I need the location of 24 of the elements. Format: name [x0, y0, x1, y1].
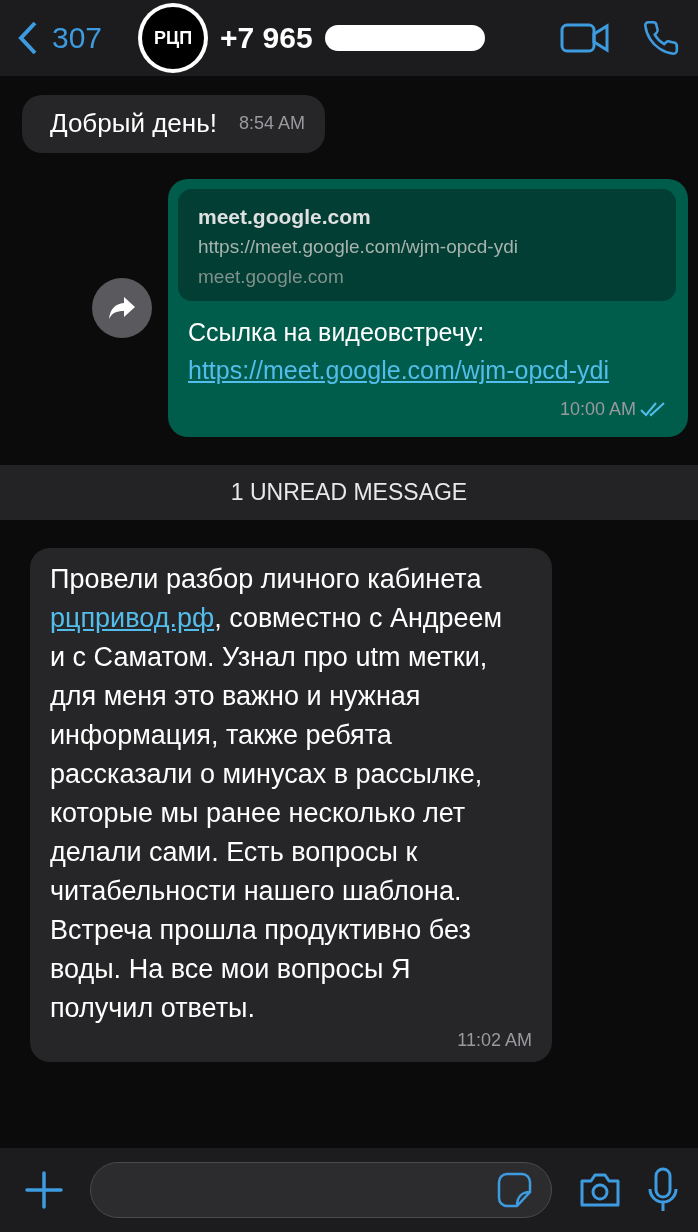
forward-icon: [107, 295, 137, 321]
contact-phone: +7 965: [220, 21, 313, 55]
sticker-icon[interactable]: [497, 1172, 533, 1208]
video-call-button[interactable]: [560, 22, 610, 54]
link-preview[interactable]: meet.google.com https://meet.google.com/wjm-opcd-ydi meet.google.com: [178, 189, 676, 301]
preview-url: https://meet.google.com/wjm-opcd-ydi: [198, 235, 519, 259]
preview-domain: meet.google.com: [198, 265, 345, 289]
message-text: Провели разбор личного кабинета рцпривод.рф, совместно с Андреем и с Саматом. Узнал про utm метки, для меня это важно и нужная информация, также ребята рассказали о минусах в рассылке, которые мы ранее несколько лет делали сами. Есть вопросы к читабельности нашего шаблона. Встреча прошла продуктивно без воды. На все мои вопросы Я получил ответы.: [50, 563, 504, 1025]
message-input[interactable]: [90, 1162, 552, 1218]
preview-title: meet.google.com: [198, 204, 372, 230]
message-time: 8:54 AM: [238, 112, 305, 135]
camera-button[interactable]: [578, 1171, 622, 1209]
back-icon: [18, 21, 38, 55]
add-button[interactable]: [24, 1170, 64, 1210]
message-time: 10:00 AM: [559, 398, 636, 421]
microphone-button[interactable]: [648, 1167, 678, 1213]
message-text: Добрый день!: [50, 107, 217, 140]
phone-call-button[interactable]: [642, 19, 680, 57]
message-link[interactable]: рцпривод.рф: [50, 603, 215, 633]
message-time: 11:02 AM: [457, 1029, 532, 1052]
back-button[interactable]: 307: [18, 21, 103, 55]
message-text: Ссылка на видеовстречу: https://meet.google.com/wjm-opcd-ydi: [178, 301, 676, 389]
forward-button[interactable]: [92, 278, 152, 338]
message-link[interactable]: https://meet.google.com/wjm-opcd-ydi: [188, 351, 668, 389]
